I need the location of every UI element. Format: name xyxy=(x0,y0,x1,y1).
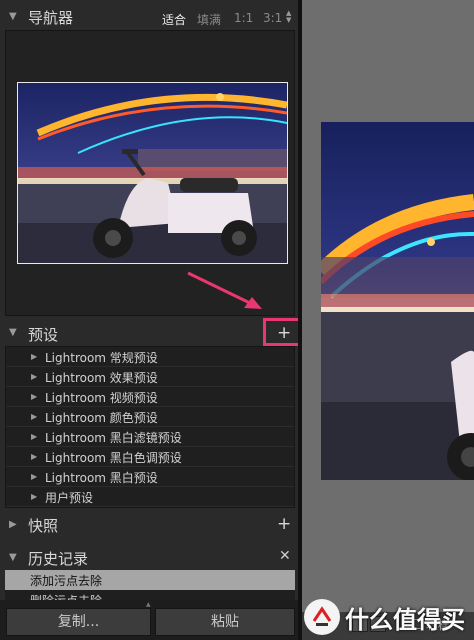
preset-folder-label: Lightroom 视频预设 xyxy=(45,391,158,405)
panel-resize-grip-icon[interactable]: ▲ xyxy=(146,601,151,608)
expand-triangle-icon[interactable]: ▶ xyxy=(31,432,37,441)
navigator-thumbnail[interactable] xyxy=(17,82,288,264)
navigator-preview xyxy=(5,30,295,316)
expand-triangle-icon[interactable]: ▶ xyxy=(31,492,37,501)
left-panel: ▼ 导航器 适合 填满 1:1 3:1 ▲ ▼ ▼ 预设 + ▶ Lightro… xyxy=(0,0,298,640)
preset-folder-item[interactable]: ▶ Lightroom 黑白预设 xyxy=(6,467,294,487)
history-item-label: 添加污点去除 xyxy=(30,574,103,588)
history-item-selected[interactable]: 添加污点去除 xyxy=(5,570,295,590)
collapse-triangle-icon[interactable]: ▼ xyxy=(9,327,17,338)
main-photo[interactable] xyxy=(321,122,474,480)
copy-button[interactable]: 复制... xyxy=(6,608,151,636)
watermark-text: 什么值得买 xyxy=(345,606,465,634)
expand-triangle-icon[interactable]: ▶ xyxy=(31,392,37,401)
copy-paste-bar: ▲ 复制... 粘贴 xyxy=(0,600,298,640)
collapse-triangle-icon[interactable]: ▼ xyxy=(9,11,17,22)
preset-folder-label: Lightroom 常规预设 xyxy=(45,351,158,365)
presets-list: ▶ Lightroom 常规预设 ▶ Lightroom 效果预设 ▶ Lightro… xyxy=(5,346,295,508)
preset-folder-item[interactable]: ▶ 用户预设 xyxy=(6,487,294,507)
preset-folder-label: Lightroom 效果预设 xyxy=(45,371,158,385)
preset-folder-label: 用户预设 xyxy=(45,491,94,505)
snapshots-title: 快照 xyxy=(28,517,59,535)
history-title: 历史记录 xyxy=(28,550,89,568)
zoom-1-1[interactable]: 1:1 xyxy=(234,11,253,25)
preset-folder-item[interactable]: ▶ Lightroom 效果预设 xyxy=(6,367,294,387)
expand-triangle-icon[interactable]: ▶ xyxy=(31,412,37,421)
paste-button[interactable]: 粘贴 xyxy=(155,608,295,636)
clear-history-close-icon[interactable]: ✕ xyxy=(279,548,291,564)
navigator-title: 导航器 xyxy=(28,9,74,27)
zoom-fill[interactable]: 填满 xyxy=(197,11,221,28)
preset-folder-item[interactable]: ▶ Lightroom 黑白滤镜预设 xyxy=(6,427,294,447)
add-preset-highlight-box xyxy=(263,318,302,346)
preset-folder-label: Lightroom 颜色预设 xyxy=(45,411,158,425)
snapshots-header[interactable]: ▶ 快照 + xyxy=(0,511,298,537)
scooter-photo-thumbnail xyxy=(18,83,287,263)
scooter-photo-main xyxy=(321,122,474,480)
navigator-header[interactable]: ▼ 导航器 适合 填满 1:1 3:1 ▲ ▼ xyxy=(0,4,298,30)
expand-triangle-icon[interactable]: ▶ xyxy=(31,472,37,481)
watermark-logo-icon xyxy=(304,599,340,635)
expand-triangle-icon[interactable]: ▶ xyxy=(9,519,17,530)
pointer-arrow-icon xyxy=(187,271,262,309)
history-list: 添加污点去除 删除污点去除 xyxy=(5,570,295,600)
zoom-menu-arrows-icon[interactable]: ▲ ▼ xyxy=(286,10,291,24)
history-item-label: 删除污点去除 xyxy=(30,592,102,600)
add-snapshot-plus-icon[interactable]: + xyxy=(277,516,291,533)
presets-header[interactable]: ▼ 预设 + xyxy=(0,320,298,346)
presets-title: 预设 xyxy=(28,326,59,344)
history-header[interactable]: ▼ 历史记录 ✕ xyxy=(0,544,298,570)
expand-triangle-icon[interactable]: ▶ xyxy=(31,372,37,381)
preset-folder-label: Lightroom 黑白滤镜预设 xyxy=(45,431,182,445)
preset-folder-item[interactable]: ▶ Lightroom 黑白色调预设 xyxy=(6,447,294,467)
zoom-3-1[interactable]: 3:1 xyxy=(263,11,282,25)
preset-folder-item[interactable]: ▶ Lightroom 视频预设 xyxy=(6,387,294,407)
zoom-fit[interactable]: 适合 xyxy=(162,11,186,28)
preset-folder-label: Lightroom 黑白色调预设 xyxy=(45,451,182,465)
collapse-triangle-icon[interactable]: ▼ xyxy=(9,552,17,563)
preset-folder-item[interactable]: ▶ Lightroom 常规预设 xyxy=(6,347,294,367)
main-canvas: 较样 什么值得买 xyxy=(302,0,474,640)
watermark: 什么值得买 xyxy=(302,598,474,640)
expand-triangle-icon[interactable]: ▶ xyxy=(31,352,37,361)
history-item[interactable]: 删除污点去除 xyxy=(5,590,295,600)
preset-folder-item[interactable]: ▶ Lightroom 颜色预设 xyxy=(6,407,294,427)
expand-triangle-icon[interactable]: ▶ xyxy=(31,452,37,461)
preset-folder-label: Lightroom 黑白预设 xyxy=(45,471,158,485)
